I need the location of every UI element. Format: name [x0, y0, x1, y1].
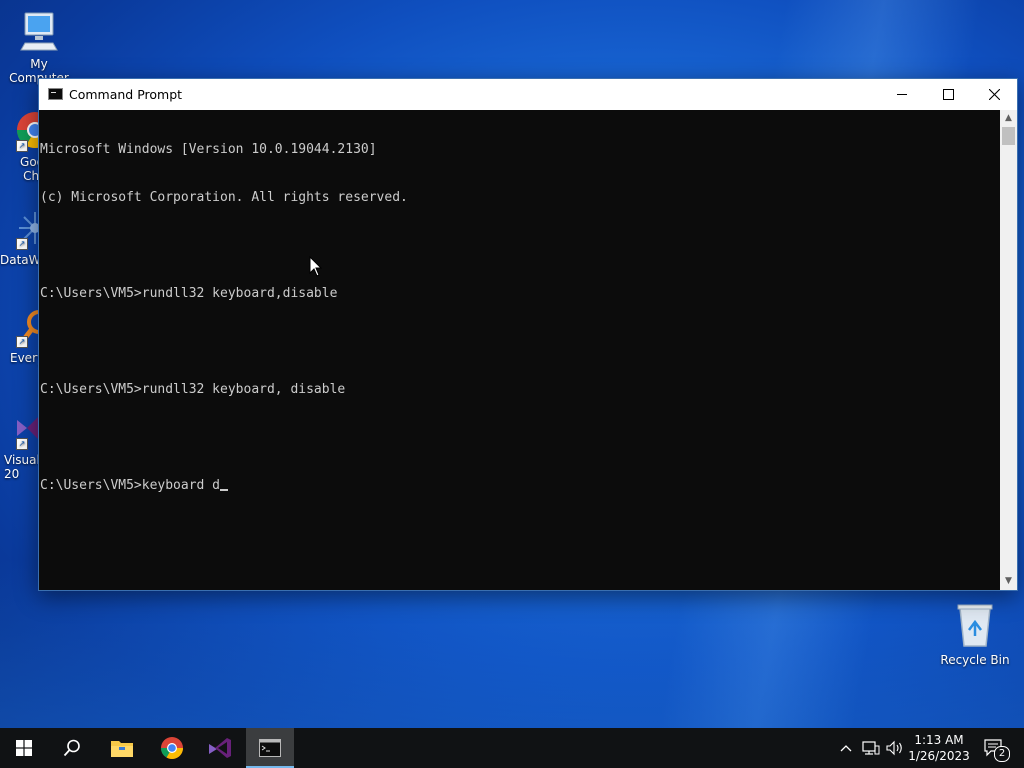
shortcut-arrow-icon: ↗ [16, 238, 28, 250]
console-line: C:\Users\VM5>rundll32 keyboard, disable [40, 382, 346, 397]
desktop-icon-label: Recycle Bin [940, 653, 1010, 667]
command-prompt-icon [48, 88, 63, 100]
text-cursor [220, 489, 229, 491]
computer-icon [20, 12, 58, 51]
mouse-pointer-icon [309, 256, 323, 277]
console-line: (c) Microsoft Corporation. All rights re… [40, 190, 408, 205]
shortcut-arrow-icon: ↗ [16, 438, 28, 450]
network-icon [862, 741, 880, 755]
show-hidden-icons-button[interactable] [836, 728, 856, 768]
shortcut-arrow-icon: ↗ [16, 140, 28, 152]
taskbar-file-explorer[interactable] [98, 728, 146, 768]
action-center-button[interactable]: 2 [978, 728, 1010, 768]
chevron-up-icon [840, 745, 852, 752]
visual-studio-icon [209, 738, 231, 758]
recycle-bin-icon [957, 604, 993, 647]
maximize-icon [942, 89, 954, 100]
desktop-icon-recycle-bin[interactable]: Recycle Bin [936, 602, 1014, 667]
file-explorer-icon [111, 741, 133, 757]
scrollbar-thumb[interactable] [1002, 127, 1015, 145]
taskbar: 1:13 AM 1/26/2023 2 [0, 728, 1024, 768]
volume-icon [886, 740, 902, 756]
shortcut-arrow-icon: ↗ [16, 336, 28, 348]
command-prompt-icon [259, 739, 281, 757]
start-button[interactable] [0, 728, 48, 768]
taskbar-visual-studio[interactable] [196, 728, 244, 768]
scroll-down-button[interactable]: ▼ [1000, 573, 1017, 590]
close-button[interactable] [971, 79, 1017, 110]
chrome-icon [161, 737, 183, 759]
clock-time: 1:13 AM [914, 733, 964, 747]
taskbar-chrome[interactable] [148, 728, 196, 768]
console-current-input: C:\Users\VM5>keyboard d [40, 478, 221, 493]
console-line: C:\Users\VM5>rundll32 keyboard,disable [40, 286, 338, 301]
vertical-scrollbar[interactable]: ▲ ▼ [1000, 110, 1017, 590]
maximize-button[interactable] [925, 79, 971, 110]
console-input-line[interactable]: C:\Users\VM5>keyboard d [39, 478, 1000, 494]
scroll-up-button[interactable]: ▲ [1000, 110, 1017, 127]
network-button[interactable] [860, 728, 882, 768]
taskbar-search-button[interactable] [48, 728, 96, 768]
command-prompt-window[interactable]: Command Prompt Microsoft Windows [Versio… [38, 78, 1018, 591]
volume-button[interactable] [884, 728, 906, 768]
console-output[interactable]: Microsoft Windows [Version 10.0.19044.21… [39, 110, 1000, 590]
console-line: Microsoft Windows [Version 10.0.19044.21… [40, 142, 377, 157]
taskbar-clock[interactable]: 1:13 AM 1/26/2023 [906, 732, 972, 764]
start-icon [16, 740, 32, 756]
minimize-icon [897, 94, 907, 95]
window-titlebar[interactable]: Command Prompt [39, 79, 1017, 110]
minimize-button[interactable] [879, 79, 925, 110]
close-icon [988, 89, 1000, 100]
search-icon [63, 739, 80, 757]
clock-date: 1/26/2023 [908, 749, 970, 763]
window-title: Command Prompt [69, 87, 183, 102]
notification-count-badge: 2 [994, 746, 1010, 762]
taskbar-command-prompt[interactable] [246, 728, 294, 768]
desktop-icon-my-computer[interactable]: My Computer [0, 10, 78, 85]
